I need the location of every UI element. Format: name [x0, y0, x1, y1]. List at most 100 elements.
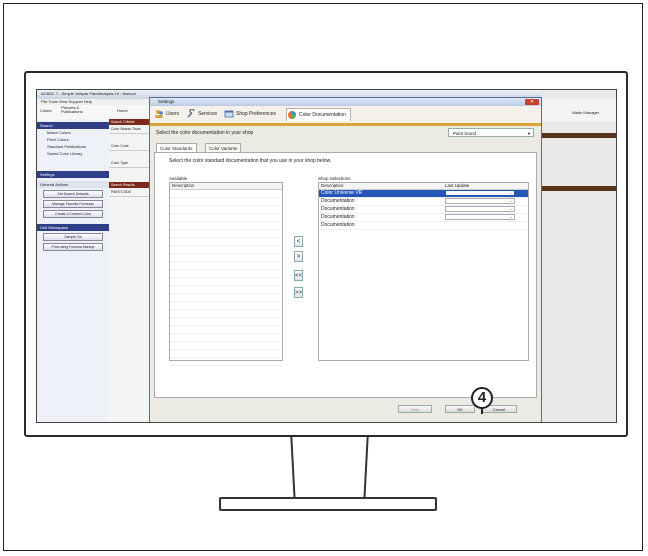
shop-selections-list[interactable]: Description Last Update Color Universe V… — [318, 182, 529, 361]
description-column-header[interactable]: Description — [321, 183, 344, 189]
settings-header[interactable]: Settings — [37, 171, 109, 178]
table-row[interactable]: Documentation — [319, 222, 528, 230]
add-button[interactable]: > — [294, 251, 303, 262]
tab-shop-preferences-label: Shop Preferences — [236, 111, 277, 117]
list-item[interactable] — [170, 198, 282, 206]
tab-shop-preferences[interactable]: Shop Preferences — [224, 108, 276, 120]
general-actions-header: General Actions — [37, 181, 109, 188]
accent-bar — [150, 123, 541, 126]
shop-brand-select[interactable]: Paint brand ▼ — [448, 128, 534, 137]
list-item[interactable] — [170, 342, 282, 350]
list-item[interactable] — [170, 222, 282, 230]
row-description: Color Universe VR — [321, 190, 363, 196]
list-item[interactable] — [170, 214, 282, 222]
unit-workspace-header: Unit Workspace — [37, 224, 109, 231]
home-toolbar-button[interactable]: Home — [117, 108, 128, 113]
step-callout-badge: 4 — [471, 387, 493, 409]
select-documentation-label: Select the color documentation in your s… — [156, 130, 254, 136]
chevron-down-icon: ▼ — [527, 131, 531, 136]
dialog-title: Settings — [158, 99, 175, 104]
list-item[interactable] — [170, 294, 282, 302]
tab-color-documentation[interactable]: Color Documentation — [286, 108, 351, 121]
list-item[interactable] — [170, 286, 282, 294]
nav-item-match-colors[interactable]: Match Colors — [37, 129, 109, 136]
dialog-title-bar: Settings ✕ — [150, 98, 541, 106]
users-icon — [155, 110, 163, 118]
nav-item-standard-publications[interactable]: Standard Publications — [37, 143, 109, 150]
list-item[interactable] — [170, 310, 282, 318]
row-description: Documentation — [321, 222, 355, 228]
last-update-column-header[interactable]: Last Update — [445, 183, 469, 189]
remove-all-button[interactable]: << — [294, 270, 303, 281]
search-header: Search — [37, 122, 109, 129]
list-item[interactable] — [170, 238, 282, 246]
list-item[interactable] — [170, 302, 282, 310]
table-row[interactable]: Documentation ⌄ — [319, 214, 528, 222]
row-description: Documentation — [321, 206, 355, 212]
last-update-dropdown[interactable]: ⌄ — [445, 190, 515, 196]
criteria-item[interactable]: Color Search Tools — [109, 125, 149, 134]
search-criteria-column: Search Criteria Color Search Tools Color… — [109, 119, 150, 422]
list-item[interactable] — [170, 206, 282, 214]
last-update-dropdown[interactable]: ⌄ — [445, 206, 515, 212]
create-custom-color-button[interactable]: Create a Custom Color — [43, 210, 103, 218]
right-header-bar — [542, 186, 616, 191]
app-menu-items[interactable]: File Tools View Support Help — [41, 99, 92, 104]
last-update-dropdown[interactable]: ⌄ — [445, 198, 515, 204]
print-formula-button[interactable]: Print using Formula Markup — [43, 243, 103, 251]
list-item[interactable] — [170, 326, 282, 334]
color-standards-panel: Select the color standard documentation … — [154, 152, 537, 398]
pictures-toolbar-button[interactable]: Pictures & Publications — [61, 106, 95, 114]
user-menu[interactable]: Wade Manager — [572, 110, 599, 115]
tab-users[interactable]: Users — [154, 108, 179, 120]
list-item[interactable] — [170, 230, 282, 238]
chevron-down-icon: ⌄ — [509, 214, 513, 219]
close-icon[interactable]: ✕ — [525, 99, 539, 105]
chevron-down-icon: ⌄ — [509, 206, 513, 211]
tab-users-label: Users — [166, 111, 180, 117]
list-item[interactable] — [170, 270, 282, 278]
shop-brand-value: Paint brand — [453, 131, 477, 136]
available-column-header[interactable]: Description — [170, 183, 282, 190]
row-description: Documentation — [321, 198, 355, 204]
tab-services-label: Services — [198, 111, 218, 117]
help-button[interactable]: Help — [398, 405, 432, 413]
table-row[interactable]: Color Universe VR ⌄ — [319, 190, 528, 198]
nav-item-saved-color-library[interactable]: Saved Color Library — [37, 150, 109, 157]
list-item[interactable] — [170, 190, 282, 198]
search-result-item[interactable]: PAINTCODE — [109, 188, 149, 197]
colors-toolbar-button[interactable]: Colors — [40, 108, 52, 113]
tab-services[interactable]: Services — [186, 108, 217, 120]
ok-button[interactable]: OK — [445, 405, 475, 413]
list-item[interactable] — [170, 318, 282, 326]
chevron-down-icon: ⌄ — [509, 198, 513, 203]
wrench-icon — [187, 109, 195, 118]
color-wheel-icon — [288, 111, 296, 119]
shop-column-headers: Description Last Update — [319, 183, 528, 190]
settings-tab-bar: Users Services Shop Preferences Color Do… — [150, 106, 541, 124]
set-search-defaults-button[interactable]: Set Search Defaults — [43, 190, 103, 198]
app-title: ACBSC 7 - Simple Valspar PaintAnalysis 1… — [41, 91, 136, 96]
criteria-item[interactable]: Color Type — [109, 159, 149, 168]
remove-button[interactable]: < — [294, 236, 303, 247]
criteria-item[interactable]: Color Code — [109, 142, 149, 151]
list-item[interactable] — [170, 350, 282, 358]
list-item[interactable] — [170, 278, 282, 286]
manage-favorites-button[interactable]: Manage Favorite Formulas — [43, 200, 103, 208]
add-all-button[interactable]: >> — [294, 287, 303, 298]
list-item[interactable] — [170, 358, 282, 366]
list-item[interactable] — [170, 254, 282, 262]
list-item[interactable] — [170, 262, 282, 270]
list-item[interactable] — [170, 334, 282, 342]
available-list[interactable]: Description — [169, 182, 283, 366]
right-pane: Wade Manager — [542, 90, 616, 422]
table-row[interactable]: Documentation ⌄ — [319, 198, 528, 206]
nav-item-fleet-colors[interactable]: Fleet Colors — [37, 136, 109, 143]
table-row[interactable]: Documentation ⌄ — [319, 206, 528, 214]
chevron-down-icon: ⌄ — [509, 190, 513, 195]
sample-on-button[interactable]: Sample On — [43, 233, 103, 241]
list-item[interactable] — [170, 246, 282, 254]
settings-dialog: Settings ✕ Users Services Shop Preferenc… — [149, 97, 542, 422]
last-update-dropdown[interactable]: ⌄ — [445, 214, 515, 220]
monitor-base — [219, 497, 437, 511]
